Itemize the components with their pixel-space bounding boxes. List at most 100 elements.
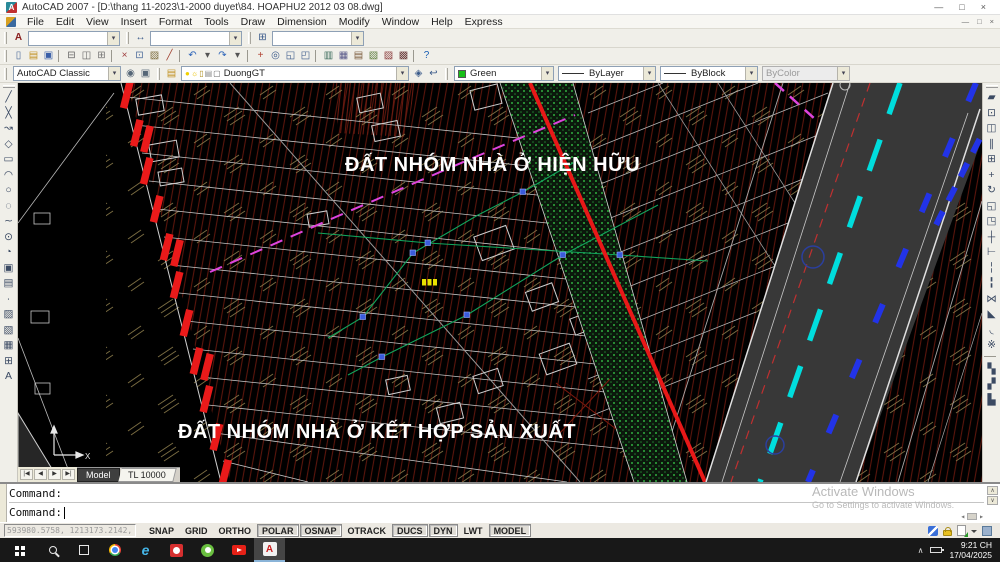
- window-close-button[interactable]: ×: [981, 2, 986, 12]
- layer-properties-manager-icon[interactable]: ▤: [164, 67, 179, 81]
- layer-lock-icon[interactable]: ▯: [199, 67, 203, 80]
- dyn-toggle[interactable]: DYN: [429, 524, 458, 537]
- ducs-toggle[interactable]: DUCS: [392, 524, 428, 537]
- save-icon[interactable]: ▣: [41, 49, 56, 63]
- zoom-realtime-icon[interactable]: ◎: [268, 49, 283, 63]
- toolbar-handle[interactable]: [3, 85, 15, 88]
- toolbar-grip[interactable]: [4, 50, 7, 62]
- ellipse-arc-icon[interactable]: ◔: [1, 245, 17, 261]
- red-app-icon[interactable]: [161, 538, 192, 562]
- scroll-left-icon[interactable]: ◂: [960, 512, 965, 521]
- toolbar-grip[interactable]: [445, 68, 448, 80]
- chrome-icon[interactable]: [99, 538, 130, 562]
- line-icon[interactable]: ╱: [1, 90, 17, 106]
- sheet-set-manager-icon[interactable]: ▧: [366, 49, 381, 63]
- undo-icon[interactable]: ↶: [185, 49, 200, 63]
- window-minimize-button[interactable]: —: [934, 2, 943, 12]
- construction-line-icon[interactable]: ╳: [1, 106, 17, 122]
- menu-file[interactable]: File: [21, 16, 50, 28]
- undo-dropdown-icon[interactable]: ▾: [200, 49, 215, 63]
- toolbar-grip[interactable]: [126, 32, 129, 44]
- chevron-down-icon[interactable]: ▾: [745, 67, 757, 80]
- window-restore-button[interactable]: □: [959, 2, 964, 12]
- scroll-up-icon[interactable]: ∧: [987, 486, 998, 495]
- break-at-point-icon[interactable]: ╎: [984, 261, 1000, 277]
- scroll-down-icon[interactable]: ∨: [987, 496, 998, 505]
- chamfer-icon[interactable]: ◣: [984, 307, 1000, 323]
- mtext-icon[interactable]: A: [1, 369, 17, 385]
- copy-object-icon[interactable]: ⊡: [984, 106, 1000, 122]
- toolbar-grip[interactable]: [157, 68, 160, 80]
- chevron-down-icon[interactable]: ▾: [643, 67, 655, 80]
- rotate-icon[interactable]: ↻: [984, 183, 1000, 199]
- send-to-back-icon[interactable]: ▞: [984, 377, 1000, 393]
- workspace-save-icon[interactable]: ▣: [138, 67, 153, 81]
- zoom-window-icon[interactable]: ◱: [283, 49, 298, 63]
- youtube-icon[interactable]: [223, 538, 254, 562]
- properties-icon[interactable]: ▥: [321, 49, 336, 63]
- lock-icon[interactable]: [943, 530, 952, 536]
- publish-icon[interactable]: ⊞: [94, 49, 109, 63]
- lineweight-combo[interactable]: ByBlock ▾: [660, 66, 758, 81]
- polyline-icon[interactable]: ↝: [1, 121, 17, 137]
- scale-icon[interactable]: ◱: [984, 199, 1000, 215]
- chevron-down-icon[interactable]: ▾: [351, 32, 363, 45]
- open-icon[interactable]: ▤: [26, 49, 41, 63]
- layer-combo[interactable]: ●☼▯▤▢ DuongGT ▾: [181, 66, 409, 81]
- tab-last-button[interactable]: ▶|: [62, 469, 75, 480]
- dim-style-icon[interactable]: ↔: [133, 31, 148, 45]
- command-window[interactable]: Command: Command: Activate Windows Go to…: [0, 482, 1000, 522]
- model-toggle[interactable]: MODEL: [489, 524, 532, 537]
- clean-screen-icon[interactable]: [982, 526, 992, 536]
- array-icon[interactable]: ⊞: [984, 152, 1000, 168]
- copy-icon[interactable]: ⊡: [132, 49, 147, 63]
- task-view-icon[interactable]: [68, 538, 99, 562]
- menu-insert[interactable]: Insert: [115, 16, 153, 28]
- pan-icon[interactable]: +: [253, 49, 268, 63]
- toolbar-grip[interactable]: [4, 68, 7, 80]
- designcenter-icon[interactable]: ▦: [336, 49, 351, 63]
- autocad-taskbar-icon[interactable]: A: [254, 538, 285, 562]
- fillet-icon[interactable]: ◟: [984, 323, 1000, 339]
- drawing-canvas[interactable]: X ĐẤT NHÓM NHÀ Ở HIỆN HỮU ĐẤT NHÓM NHÀ Ở…: [18, 83, 982, 482]
- trusted-dwg-icon[interactable]: [957, 525, 966, 536]
- chevron-down-icon[interactable]: ▾: [541, 67, 553, 80]
- revcloud-icon[interactable]: ◌: [1, 199, 17, 215]
- zoom-previous-icon[interactable]: ◰: [298, 49, 313, 63]
- explode-icon[interactable]: ※: [984, 338, 1000, 354]
- workspace-settings-icon[interactable]: ◉: [123, 67, 138, 81]
- layer-on-icon[interactable]: ●: [185, 67, 190, 80]
- make-object-layer-current-icon[interactable]: ◈: [411, 67, 426, 81]
- grid-toggle[interactable]: GRID: [180, 524, 213, 537]
- make-block-icon[interactable]: ▤: [1, 276, 17, 292]
- layer-freeze-icon[interactable]: ☼: [191, 67, 198, 80]
- region-icon[interactable]: ▦: [1, 338, 17, 354]
- tab-first-button[interactable]: |◀: [20, 469, 33, 480]
- clock[interactable]: 9:21 CH 17/04/2025: [949, 540, 992, 560]
- point-icon[interactable]: ∙: [1, 292, 17, 308]
- toolbar-grip[interactable]: [248, 32, 251, 44]
- mirror-icon[interactable]: ◫: [984, 121, 1000, 137]
- communication-center-icon[interactable]: [928, 526, 938, 536]
- ie-icon[interactable]: e: [130, 538, 161, 562]
- help-icon[interactable]: ?: [419, 49, 434, 63]
- tab-prev-button[interactable]: ◀: [34, 469, 47, 480]
- menu-help[interactable]: Help: [425, 16, 459, 28]
- snap-toggle[interactable]: SNAP: [144, 524, 179, 537]
- chevron-down-icon[interactable]: ▾: [396, 67, 408, 80]
- chevron-down-icon[interactable]: ▾: [108, 67, 120, 80]
- table-style-combo[interactable]: ▾: [272, 31, 364, 46]
- dim-style-combo[interactable]: ▾: [150, 31, 242, 46]
- bring-to-front-icon[interactable]: ▚: [984, 362, 1000, 378]
- move-icon[interactable]: +: [984, 168, 1000, 184]
- markup-set-manager-icon[interactable]: ▨: [381, 49, 396, 63]
- table-style-icon[interactable]: ⊞: [255, 31, 270, 45]
- toolbar-handle[interactable]: [986, 85, 998, 88]
- osnap-toggle[interactable]: OSNAP: [300, 524, 342, 537]
- menu-window[interactable]: Window: [376, 16, 425, 28]
- ellipse-icon[interactable]: ⊙: [1, 230, 17, 246]
- battery-icon[interactable]: [930, 547, 942, 553]
- linetype-combo[interactable]: ByLayer ▾: [558, 66, 656, 81]
- tray-dropdown-icon[interactable]: [971, 530, 977, 536]
- tab-next-button[interactable]: ▶: [48, 469, 61, 480]
